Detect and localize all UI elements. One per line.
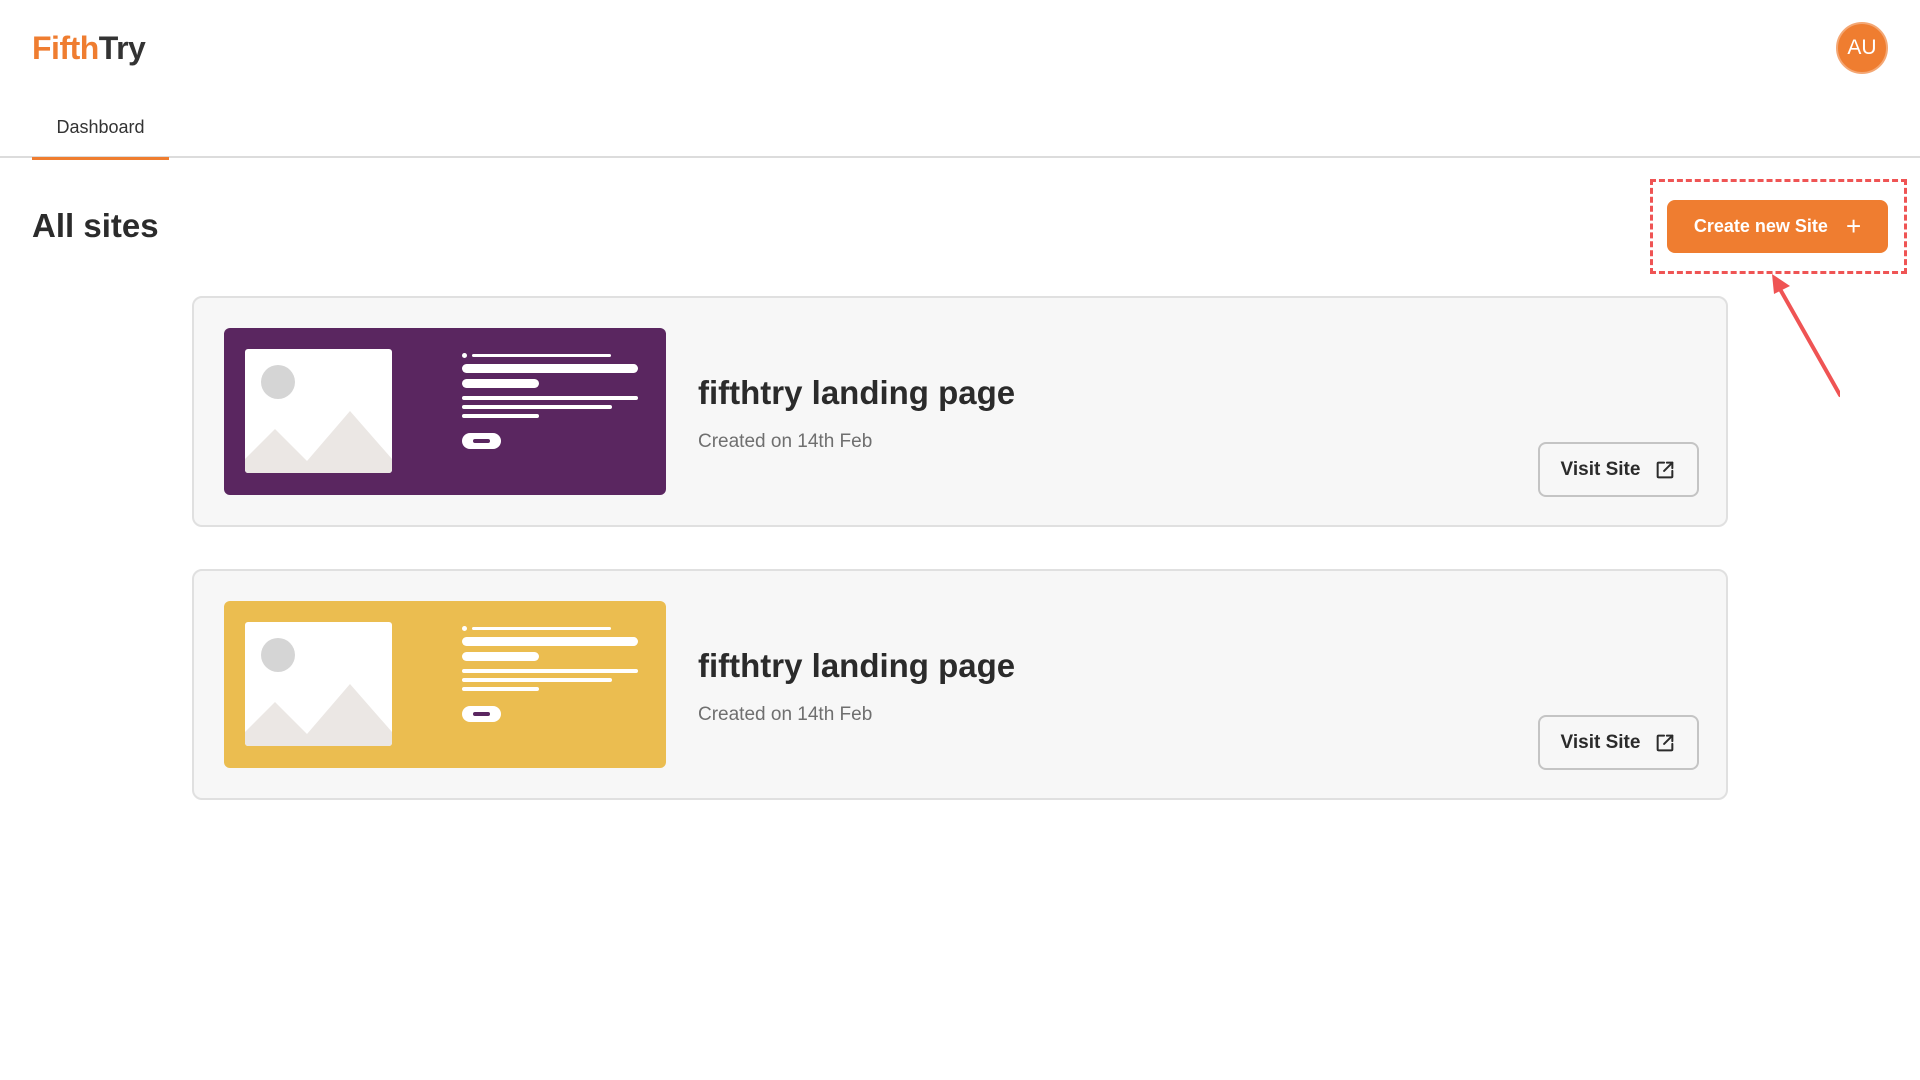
plus-icon: + bbox=[1845, 210, 1862, 241]
tab-dashboard[interactable]: Dashboard bbox=[32, 96, 169, 160]
visit-site-button[interactable]: Visit Site bbox=[1538, 715, 1699, 770]
visit-site-label: Visit Site bbox=[1560, 731, 1641, 753]
page-title: All sites bbox=[32, 207, 159, 244]
visit-site-button[interactable]: Visit Site bbox=[1538, 442, 1699, 497]
logo-part-try: Try bbox=[98, 30, 146, 66]
logo-part-fifth: Fifth bbox=[32, 30, 99, 66]
site-name[interactable]: fifthtry landing page bbox=[698, 646, 1015, 686]
image-placeholder-icon bbox=[245, 349, 392, 473]
top-bar: FifthTry AU bbox=[0, 0, 1920, 96]
external-link-icon bbox=[1657, 734, 1674, 751]
visit-site-label: Visit Site bbox=[1560, 458, 1641, 480]
annotation-arrow-icon bbox=[1772, 274, 1840, 397]
user-avatar[interactable]: AU bbox=[1836, 22, 1888, 74]
image-placeholder-icon bbox=[245, 622, 392, 746]
site-thumbnail bbox=[224, 328, 666, 495]
create-new-site-button[interactable]: Create new Site + bbox=[1667, 200, 1888, 253]
site-name[interactable]: fifthtry landing page bbox=[698, 373, 1015, 413]
site-created-date: Created on 14th Feb bbox=[698, 431, 873, 452]
tab-bar: Dashboard bbox=[0, 96, 1920, 160]
create-new-site-label: Create new Site bbox=[1693, 216, 1828, 236]
site-card: fifthtry landing page Created on 14th Fe… bbox=[192, 569, 1728, 800]
site-thumbnail bbox=[224, 601, 666, 768]
site-card: fifthtry landing page Created on 14th Fe… bbox=[192, 296, 1728, 527]
external-link-icon bbox=[1657, 461, 1674, 478]
fifthtry-logo[interactable]: FifthTry bbox=[32, 28, 146, 68]
site-created-date: Created on 14th Feb bbox=[698, 704, 873, 725]
